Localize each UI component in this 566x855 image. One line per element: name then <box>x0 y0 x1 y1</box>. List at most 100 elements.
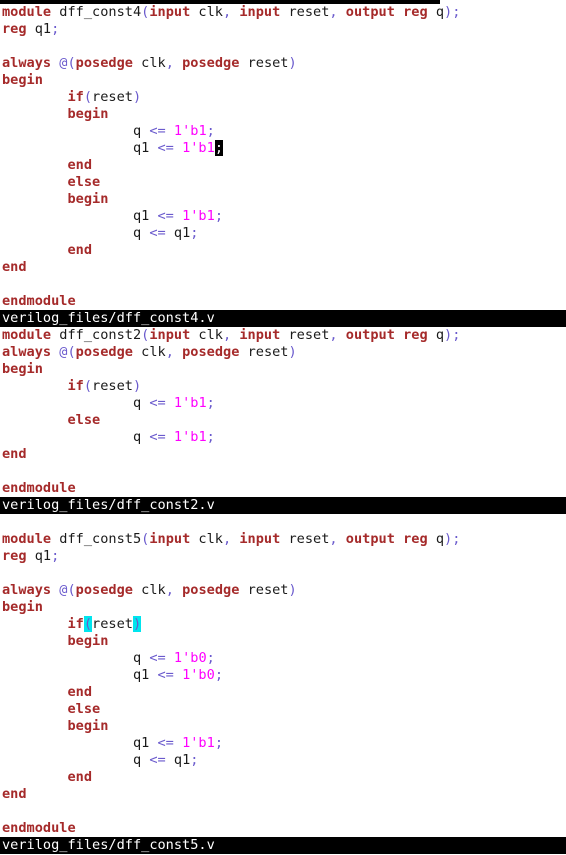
keyword-token: posedge <box>182 55 240 71</box>
code-token: reset <box>92 89 133 105</box>
punctuation-token: , <box>165 344 183 360</box>
code-line[interactable]: q <= 1'b1; <box>0 429 566 446</box>
keyword-token: end <box>67 684 93 700</box>
keyword-token: module <box>2 4 52 20</box>
code-line[interactable]: module dff_const5(input clk, input reset… <box>0 531 566 548</box>
status-line[interactable]: verilog_files/dff_const4.v <box>0 310 566 327</box>
code-token: q <box>2 752 150 768</box>
code-token: clk <box>190 4 223 20</box>
code-line[interactable]: module dff_const4(input clk, input reset… <box>0 4 566 21</box>
code-token: clk <box>190 531 223 547</box>
code-line[interactable]: endmodule <box>0 820 566 837</box>
keyword-token: reg <box>2 21 27 37</box>
code-line[interactable] <box>0 803 566 820</box>
keyword-token: end <box>2 786 27 802</box>
code-line[interactable] <box>0 276 566 293</box>
code-token: dff_const4 <box>51 4 142 20</box>
keyword-token: begin <box>67 191 109 207</box>
code-line[interactable] <box>0 38 566 55</box>
matching-paren-highlight: ( <box>83 616 93 632</box>
editor-lines[interactable]: module dff_const4 ( input clk, input reset… <box>0 4 566 854</box>
status-line[interactable]: verilog_files/dff_const2.v <box>0 497 566 514</box>
number-literal-token: 1'b1 <box>182 140 215 156</box>
keyword-token: always <box>2 582 52 598</box>
code-line[interactable]: begin <box>0 718 566 735</box>
code-line[interactable]: q <= q1; <box>0 752 566 769</box>
keyword-token: input <box>149 327 191 343</box>
code-line[interactable]: endmodule <box>0 293 566 310</box>
code-line[interactable]: begin <box>0 106 566 123</box>
punctuation-token: @( <box>59 344 76 360</box>
code-line[interactable] <box>0 565 566 582</box>
keyword-token: input <box>149 4 191 20</box>
number-literal-token: 1'b0 <box>173 650 207 666</box>
code-line[interactable]: always @(posedge clk, posedge reset) <box>0 582 566 599</box>
keyword-token: posedge <box>75 582 133 598</box>
code-line[interactable]: endmodule <box>0 480 566 497</box>
code-line[interactable]: reg q1; <box>0 548 566 565</box>
code-line[interactable]: always @(posedge clk, posedge reset) <box>0 344 566 361</box>
status-line[interactable]: verilog_files/dff_const5.v <box>0 837 566 854</box>
keyword-token: output <box>345 4 395 20</box>
keyword-token: reg <box>403 531 428 547</box>
keyword-token: endmodule <box>2 480 76 496</box>
code-line[interactable] <box>0 514 566 531</box>
code-line[interactable]: end <box>0 786 566 803</box>
code-line[interactable]: begin <box>0 72 566 89</box>
punctuation-token: ; <box>214 735 223 751</box>
code-line[interactable]: q1 <= 1'b0; <box>0 667 566 684</box>
code-token: reset <box>239 344 289 360</box>
code-line[interactable] <box>0 463 566 480</box>
code-line[interactable]: end <box>0 242 566 259</box>
punctuation-token: , <box>329 4 346 20</box>
code-line[interactable]: else <box>0 174 566 191</box>
code-line[interactable]: q <= 1'b1; <box>0 395 566 412</box>
keyword-token: module <box>2 531 52 547</box>
code-token: dff_const2 <box>51 327 142 343</box>
keyword-token: output <box>345 531 395 547</box>
keyword-token: posedge <box>182 344 240 360</box>
code-line[interactable]: q <= 1'b0; <box>0 650 566 667</box>
code-line[interactable]: q1 <= 1'b1; <box>0 208 566 225</box>
code-line[interactable]: q1 <= 1'b1; <box>0 735 566 752</box>
code-line[interactable]: begin <box>0 361 566 378</box>
code-line[interactable]: if(reset) <box>0 378 566 395</box>
code-line[interactable]: end <box>0 684 566 701</box>
punctuation-token: <= <box>149 429 166 445</box>
number-literal-token: 1'b1 <box>182 208 215 224</box>
code-token: clk <box>132 582 166 598</box>
punctuation-token: ; <box>214 208 223 224</box>
code-line[interactable]: begin <box>0 633 566 650</box>
code-line[interactable]: end <box>0 769 566 786</box>
code-line[interactable]: if(reset) <box>0 89 566 106</box>
punctuation-token: <= <box>149 650 166 666</box>
keyword-token: always <box>2 55 52 71</box>
code-line[interactable]: reg q1; <box>0 21 566 38</box>
code-line[interactable]: if(reset) <box>0 616 566 633</box>
code-line[interactable]: else <box>0 412 566 429</box>
vim-split-editor[interactable]: module dff_const4 ( input clk, input reset… <box>0 0 566 855</box>
code-line[interactable]: q <= q1; <box>0 225 566 242</box>
code-token: reset <box>92 616 133 632</box>
code-line[interactable]: always @(posedge clk, posedge reset) <box>0 55 566 72</box>
code-line[interactable]: else <box>0 701 566 718</box>
code-line[interactable]: q1 <= 1'b1; <box>0 140 566 157</box>
keyword-token: input <box>239 531 281 547</box>
code-line[interactable]: begin <box>0 599 566 616</box>
keyword-token: end <box>2 259 27 275</box>
code-line[interactable]: q <= 1'b1; <box>0 123 566 140</box>
code-line[interactable]: end <box>0 157 566 174</box>
keyword-token: begin <box>67 106 109 122</box>
code-line[interactable]: begin <box>0 191 566 208</box>
code-line[interactable]: end <box>0 446 566 463</box>
code-line[interactable]: end <box>0 259 566 276</box>
code-token: clk <box>190 327 223 343</box>
keyword-token: end <box>67 769 93 785</box>
code-line[interactable]: module dff_const2(input clk, input reset… <box>0 327 566 344</box>
punctuation-token: @( <box>59 582 76 598</box>
punctuation-token: , <box>223 4 240 20</box>
